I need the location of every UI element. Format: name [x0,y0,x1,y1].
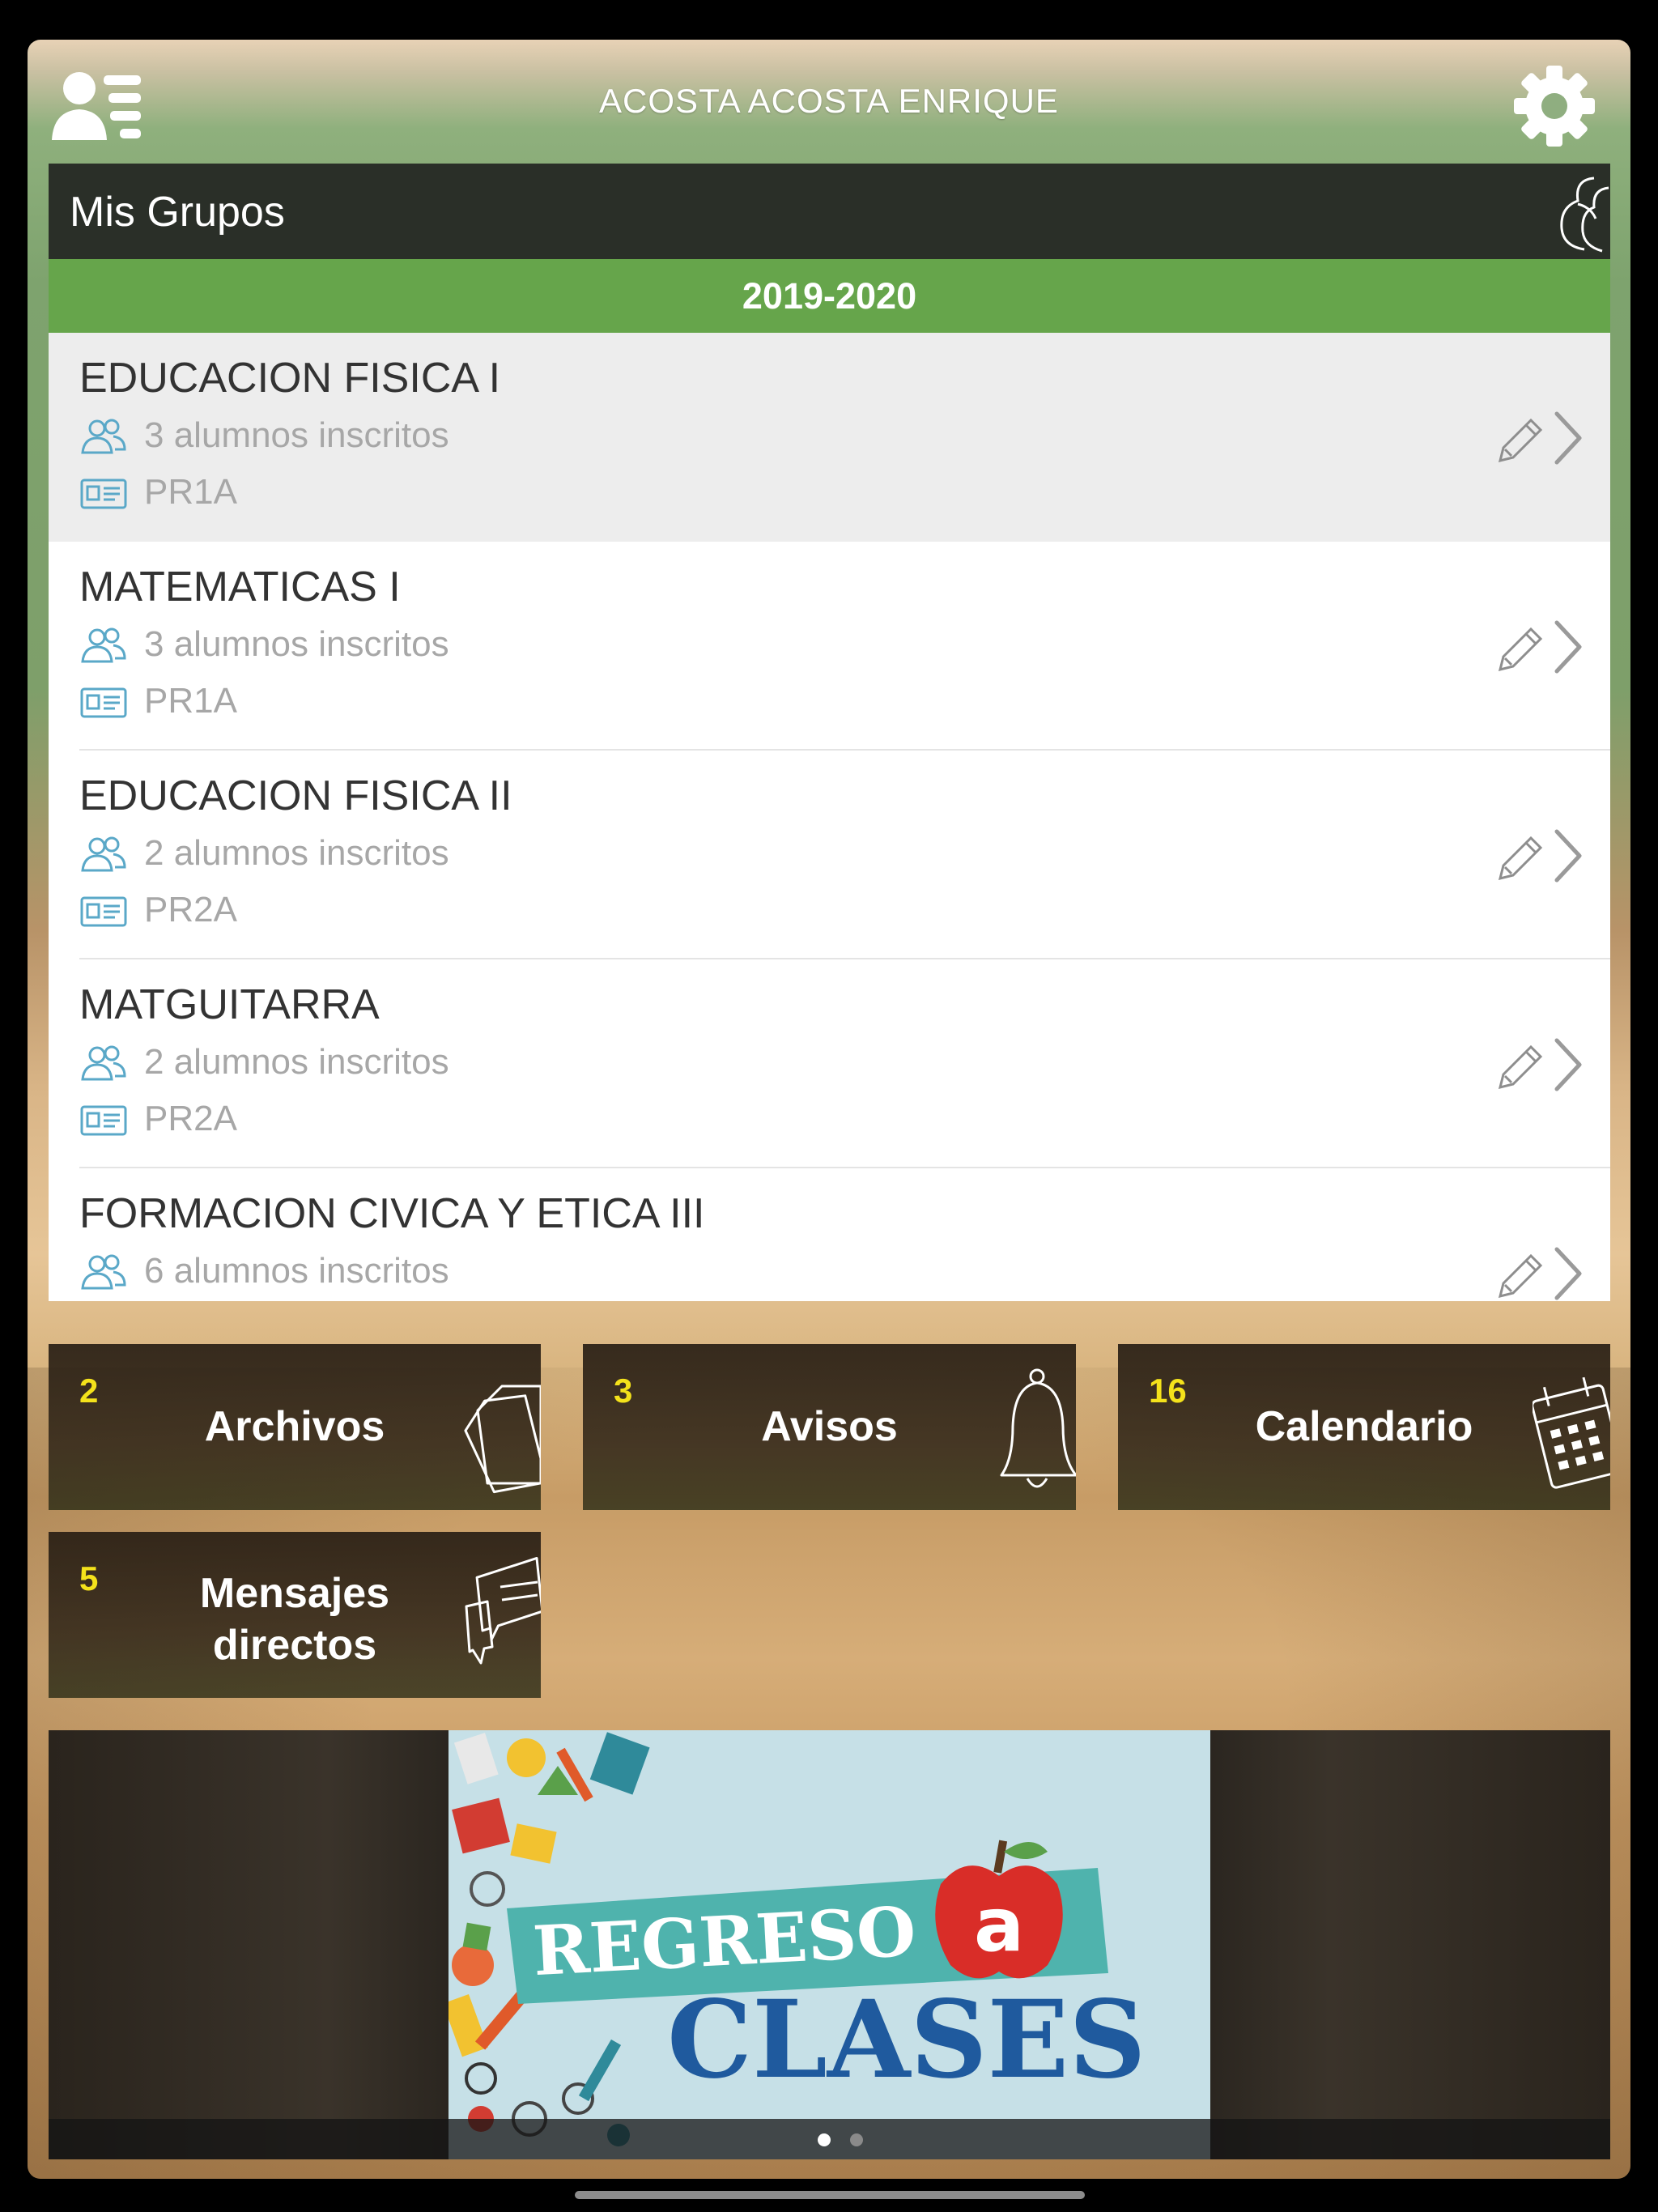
group-name: MATEMATICAS I [79,564,401,610]
tile-archivos[interactable]: 2 Archivos [49,1344,541,1510]
students-icon [79,626,128,665]
group-name: FORMACION CIVICA Y ETICA III [79,1190,705,1237]
groups-header: Mis Grupos [49,164,1610,259]
banner-backdrop-right [1210,1730,1610,2159]
app-screen: ACOSTA ACOSTA ENRIQUE Mis Grupos 2019-20… [28,40,1630,2179]
group-item[interactable]: EDUCACION FISICA I 3 alumnos inscritos P… [49,333,1610,542]
students-count: 3 alumnos inscritos [144,415,449,455]
banner-image: REGRESO a CLASES [449,1730,1210,2159]
promo-banner[interactable]: REGRESO a CLASES [49,1730,1610,2159]
group-item[interactable]: MATEMATICAS I 3 alumnos inscritos PR1A [49,542,1610,751]
tile-avisos[interactable]: 3 Avisos [583,1344,1076,1510]
pencil-icon [1498,418,1543,463]
students-count: 3 alumnos inscritos [144,624,449,664]
row-actions [1495,1244,1586,1301]
app-header: ACOSTA ACOSTA ENRIQUE [28,40,1630,163]
chat-icon [463,1550,541,1687]
chevron-right-icon [1554,411,1582,465]
chevron-right-icon [1554,1247,1582,1300]
students-count: 6 alumnos inscritos [144,1251,449,1291]
groups-panel: Mis Grupos 2019-2020 EDUCACION FISICA I [49,164,1610,1301]
group-name: EDUCACION FISICA II [79,772,512,819]
school-year-bar: 2019-2020 [49,259,1610,333]
pencil-icon [1498,627,1543,672]
home-indicator[interactable] [575,2191,1085,2199]
row-actions [1495,618,1586,676]
group-name: MATGUITARRA [79,981,380,1028]
group-code: PR2A [144,890,237,929]
banner-line2: CLASES [667,1977,1146,2103]
group-list: EDUCACION FISICA I 3 alumnos inscritos P… [49,333,1610,1301]
students-count: 2 alumnos inscritos [144,1042,449,1082]
students-icon [79,1253,128,1291]
row-actions [1495,1036,1586,1094]
group-code: PR2A [144,1099,237,1138]
students-icon [79,835,128,874]
group-item[interactable]: FORMACION CIVICA Y ETICA III 6 alumnos i… [49,1168,1610,1301]
chevron-right-icon [1554,620,1582,674]
chevron-right-icon [1554,829,1582,883]
group-name: EDUCACION FISICA I [79,355,501,402]
chevron-right-icon [1554,1038,1582,1091]
pencil-icon [1498,836,1543,881]
students-count: 2 alumnos inscritos [144,833,449,873]
groups-title: Mis Grupos [70,189,285,236]
calendar-icon [1531,1362,1610,1499]
files-icon [463,1362,541,1499]
students-icon [79,1044,128,1083]
pencil-icon [1498,1044,1543,1090]
pager-dot-active[interactable] [818,2133,831,2146]
row-actions [1495,827,1586,885]
page-title: ACOSTA ACOSTA ENRIQUE [599,82,1059,120]
group-item[interactable]: MATGUITARRA 2 alumnos inscritos PR2A [49,959,1610,1168]
id-card-icon [79,1100,128,1139]
banner-apple-letter: a [974,1882,1024,1968]
id-card-icon [79,683,128,721]
pencil-icon [1498,1253,1543,1299]
group-code: PR1A [144,472,237,512]
gear-icon[interactable] [1511,62,1598,150]
id-card-icon [79,474,128,513]
people-outline-icon[interactable] [1545,172,1610,261]
bell-icon [998,1362,1076,1499]
tile-calendario[interactable]: 16 Calendario [1118,1344,1610,1510]
id-card-icon [79,891,128,930]
banner-pager [49,2119,1610,2159]
row-actions [1495,409,1586,467]
pager-dot[interactable] [850,2133,863,2146]
group-code: PR1A [144,681,237,721]
group-item[interactable]: EDUCACION FISICA II 2 alumnos inscritos … [49,751,1610,959]
tile-mensajes-directos[interactable]: 5 Mensajes directos [49,1532,541,1698]
students-icon [79,417,128,456]
banner-backdrop-left [49,1730,449,2159]
